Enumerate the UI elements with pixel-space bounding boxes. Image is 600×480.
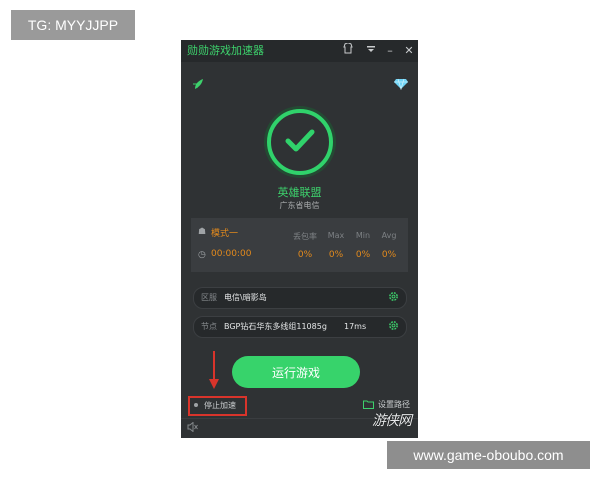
mute-speaker-icon[interactable] [187,421,198,435]
node-label: 节点 [201,322,217,331]
minimize-icon[interactable]: – [383,43,397,59]
node-field[interactable]: 节点 BGP钻石华东多线组11085g 17ms [193,316,407,338]
region-label: 广东省电信 [279,201,320,210]
menu-icon[interactable] [364,43,378,59]
stop-dot-icon [194,403,198,407]
site-logo-watermark: 游侠网 [372,413,412,429]
mode-selector[interactable]: 模式一 [211,226,238,239]
red-arrow-annotation [209,351,219,389]
run-game-button[interactable]: 运行游戏 [232,356,360,388]
acceleration-status-button[interactable] [267,109,333,175]
server-field[interactable]: 区服 电信\暗影岛 [193,287,407,309]
mode-icon: ☗ [198,227,207,237]
vip-diamond-icon[interactable] [393,78,409,92]
title-bar: 勋勋游戏加速器 – ✕ [181,40,418,62]
game-name: 英雄联盟 [277,186,322,199]
server-settings-icon[interactable] [387,291,400,304]
skin-icon[interactable] [341,42,355,59]
stop-acceleration-label: 停止加速 [204,401,236,410]
elapsed-time: 00:00:00 [211,249,252,259]
watermark-bottom: www.game-oboubo.com [387,441,590,469]
server-value: 电信\暗影岛 [224,293,267,302]
folder-icon[interactable] [363,400,375,410]
node-value: BGP钻石华东多线组11085g [224,322,327,331]
set-path-link[interactable]: 设置路径 [378,399,410,410]
check-icon [285,129,315,152]
stat-header-avg: Avg [381,231,397,240]
node-ping: 17ms [344,322,367,331]
server-label: 区服 [201,293,217,302]
stat-value-avg: 0% [381,250,397,260]
boost-icon[interactable] [191,78,205,92]
stop-acceleration-button[interactable]: 停止加速 [188,396,247,416]
clock-icon: ◷ [198,250,206,260]
app-title: 勋勋游戏加速器 [187,44,264,57]
accelerator-window: 勋勋游戏加速器 – ✕ 英雄联盟 广东省电信 ☗ 模式一 ◷ 00:00:00 … [181,40,418,438]
watermark-top: TG: MYYJJPP [11,10,135,40]
stats-panel: ☗ 模式一 ◷ 00:00:00 丢包率 Max Min Avg 0% 0% 0… [191,218,408,272]
node-settings-icon[interactable] [387,320,400,333]
close-icon[interactable]: ✕ [402,43,416,59]
